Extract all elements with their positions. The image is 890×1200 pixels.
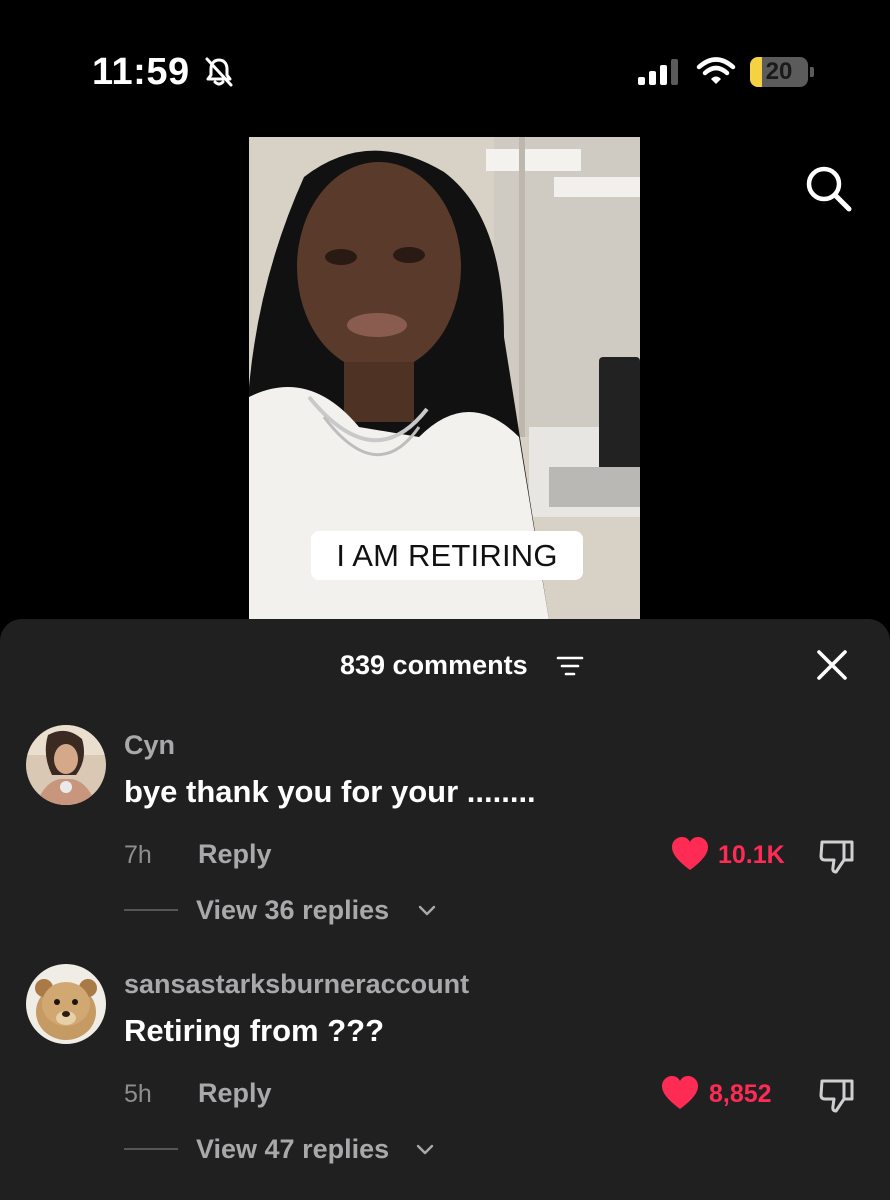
- replies-divider: [124, 909, 178, 911]
- avatar[interactable]: [26, 964, 106, 1044]
- battery-icon: 20: [750, 57, 808, 87]
- reply-button[interactable]: Reply: [198, 1077, 272, 1109]
- video-caption: I AM RETIRING: [311, 531, 583, 580]
- view-replies-button[interactable]: View 36 replies: [196, 894, 389, 926]
- status-time: 11:59: [92, 51, 190, 93]
- comments-count-title: 839 comments: [340, 650, 528, 680]
- thumbs-down-icon[interactable]: [818, 1075, 856, 1113]
- filter-icon[interactable]: [556, 655, 584, 677]
- chevron-down-icon: [416, 1144, 434, 1155]
- heart-icon[interactable]: [670, 836, 710, 872]
- thumbs-down-icon[interactable]: [818, 836, 856, 874]
- chevron-down-icon: [418, 905, 436, 916]
- comment-text: Retiring from ???: [124, 1013, 385, 1048]
- comment-timestamp: 7h: [124, 841, 152, 869]
- comment-username[interactable]: sansastarksburneraccount: [124, 968, 469, 1000]
- replies-divider: [124, 1148, 178, 1150]
- heart-icon[interactable]: [660, 1075, 700, 1111]
- cellular-signal-icon: [638, 59, 678, 85]
- battery-nub: [810, 67, 814, 77]
- comment-username[interactable]: Cyn: [124, 729, 175, 761]
- like-count: 10.1K: [718, 841, 785, 869]
- bell-slash-icon: [205, 57, 233, 87]
- search-icon[interactable]: [802, 162, 854, 214]
- battery-percentage: 20: [765, 58, 793, 85]
- avatar-image: [26, 725, 106, 805]
- wifi-icon: [696, 57, 736, 84]
- comment-timestamp: 5h: [124, 1080, 152, 1108]
- view-replies-button[interactable]: View 47 replies: [196, 1133, 389, 1165]
- avatar-image: [26, 964, 106, 1044]
- comment-text: bye thank you for your ........: [124, 774, 536, 809]
- like-count: 8,852: [709, 1080, 772, 1108]
- close-icon[interactable]: [814, 647, 850, 683]
- avatar[interactable]: [26, 725, 106, 805]
- reply-button[interactable]: Reply: [198, 838, 272, 870]
